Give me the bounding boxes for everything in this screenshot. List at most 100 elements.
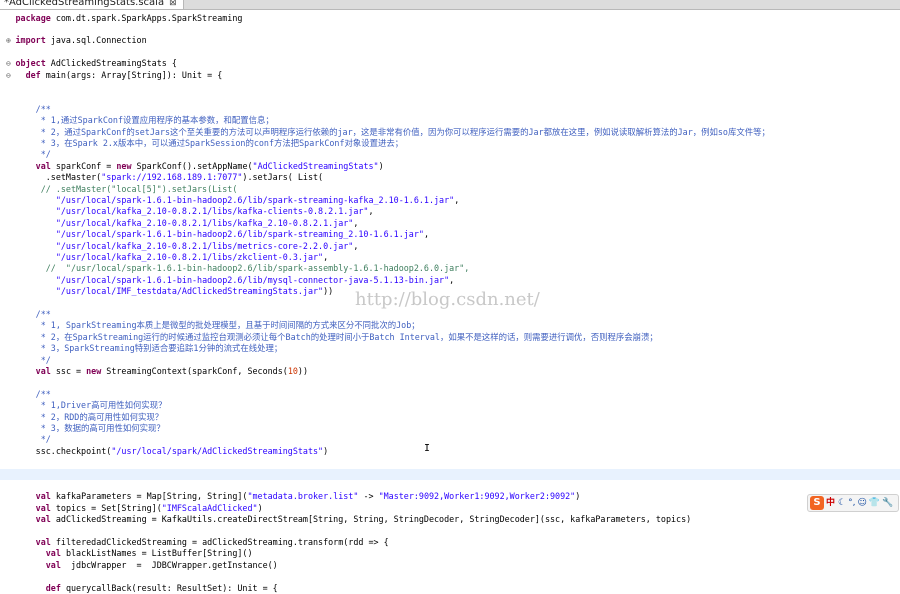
code-line[interactable]: "/usr/local/spark-1.6.1-bin-hadoop2.6/li… [0, 229, 900, 240]
code-token: /** [15, 103, 51, 114]
code-line[interactable]: // .setMaster("local[5]").setJars(List( [0, 184, 900, 195]
code-line[interactable]: */ [0, 355, 900, 366]
code-token: // .setMaster("local[5]").setJars(List( [15, 183, 238, 194]
code-line[interactable]: val adClickedStreaming = KafkaUtils.crea… [0, 514, 900, 525]
code-token: "/usr/local/IMF_testdata/AdClickedStream… [55, 286, 324, 297]
code-line[interactable]: val ssc = new StreamingContext(sparkConf… [0, 366, 900, 377]
code-line[interactable]: * 2，通过SparkConf的setJars这个至关重要的方法可以声明程序运行… [0, 127, 900, 138]
code-line[interactable] [0, 92, 900, 103]
code-line[interactable]: * 1,通过SparkConf设置应用程序的基本参数，和配置信息； [0, 115, 900, 126]
code-line[interactable]: val blackListNames = ListBuffer[String](… [0, 548, 900, 559]
code-line[interactable] [0, 480, 900, 491]
code-token: main(args: Array[String]): Unit = { [40, 69, 223, 80]
editor-tab[interactable]: *AdClickedStreamingStats.scala ⊠ [0, 0, 184, 9]
fold-toggle-icon[interactable]: ⊕ [6, 35, 13, 46]
code-line[interactable]: "/usr/local/kafka_2.10-0.8.2.1/libs/metr… [0, 241, 900, 252]
code-line[interactable]: * 2，在SparkStreaming运行的时候通过监控台观测必须让每个Batc… [0, 332, 900, 343]
code-token: val [35, 160, 51, 171]
code-token: , [423, 229, 429, 240]
punctuation-icon[interactable]: °, [848, 498, 855, 508]
code-line[interactable]: def querycallBack(result: ResultSet): Un… [0, 583, 900, 594]
code-line[interactable]: /** [0, 104, 900, 115]
code-token: /** [15, 308, 51, 319]
code-line[interactable] [0, 377, 900, 388]
tab-title: *AdClickedStreamingStats.scala [4, 0, 165, 8]
code-line[interactable] [0, 81, 900, 92]
code-line[interactable]: */ [0, 149, 900, 160]
code-line[interactable]: package com.dt.spark.SparkApps.SparkStre… [0, 13, 900, 24]
code-line[interactable]: // "/usr/local/spark-1.6.1-bin-hadoop2.6… [0, 263, 900, 274]
code-token: com.dt.spark.SparkApps.SparkStreaming [50, 12, 243, 23]
code-line[interactable] [0, 468, 900, 480]
code-token: "spark://192.168.189.1:7077" [101, 172, 243, 183]
code-token: * 1,Driver高可用性如何实现？ [15, 400, 167, 411]
code-line[interactable]: object AdClickedStreamingStats { [0, 58, 900, 69]
code-token: topics = Set[String]( [50, 502, 162, 513]
code-line[interactable]: * 3，SparkStreaming特别适合要追踪1分钟的流式在线处理； [0, 343, 900, 354]
code-token: , [449, 274, 455, 285]
code-line[interactable]: ssc.checkpoint("/usr/local/spark/AdClick… [0, 446, 900, 457]
code-line[interactable] [0, 571, 900, 582]
code-token: package [15, 12, 51, 23]
code-token: ) [323, 445, 329, 456]
settings-icon[interactable]: 🔧 [882, 498, 893, 508]
code-token: -> [358, 491, 379, 502]
code-token: "/usr/local/kafka_2.10-0.8.2.1/libs/metr… [55, 240, 354, 251]
code-line[interactable] [0, 457, 900, 468]
text-cursor-icon: I [424, 443, 431, 454]
code-line[interactable]: * 3，数据的高可用性如何实现？ [0, 423, 900, 434]
emoji-icon[interactable]: ☺ [857, 498, 866, 508]
code-token: "metadata.broker.list" [247, 491, 359, 502]
code-line[interactable]: val filteredadClickedStreaming = adClick… [0, 537, 900, 548]
fold-toggle-icon[interactable]: ⊖ [6, 58, 13, 69]
code-line[interactable]: val sparkConf = new SparkConf().setAppNa… [0, 161, 900, 172]
code-line[interactable]: /** [0, 309, 900, 320]
fold-toggle-icon[interactable]: ⊖ [6, 70, 13, 81]
code-line[interactable]: val topics = Set[String]("IMFScalaAdClic… [0, 503, 900, 514]
moon-icon[interactable]: ☾ [838, 498, 846, 508]
code-token: ssc.checkpoint( [15, 445, 112, 456]
code-line[interactable]: import java.sql.Connection [0, 35, 900, 46]
code-token: blackListNames = ListBuffer[String]() [60, 548, 253, 559]
code-token: // "/usr/local/spark-1.6.1-bin-hadoop2.6… [15, 263, 470, 274]
code-token: )) [323, 286, 334, 297]
code-line[interactable] [0, 47, 900, 58]
code-token: new [86, 365, 102, 376]
code-line[interactable]: val kafkaParameters = Map[String, String… [0, 491, 900, 502]
code-line[interactable]: */ [0, 434, 900, 445]
code-token: * 2，在SparkStreaming运行的时候通过监控台观测必须让每个Batc… [15, 331, 658, 342]
ime-mode-label[interactable]: 中 [826, 498, 835, 508]
code-token: , [353, 217, 359, 228]
code-token: new [116, 160, 132, 171]
sogou-logo-icon: S [810, 496, 824, 510]
code-line[interactable]: "/usr/local/spark-1.6.1-bin-hadoop2.6/li… [0, 195, 900, 206]
code-token: val [35, 502, 51, 513]
code-token: val [45, 559, 61, 570]
code-line[interactable]: * 1, SparkStreaming本质上是微型的批处理模型，且基于时间间隔的… [0, 320, 900, 331]
code-line[interactable]: val jdbcWrapper = JDBCWrapper.getInstanc… [0, 560, 900, 571]
code-line[interactable]: * 2，RDD的高可用性如何实现？ [0, 412, 900, 423]
code-line[interactable]: * 1,Driver高可用性如何实现？ [0, 400, 900, 411]
code-line[interactable]: "/usr/local/kafka_2.10-0.8.2.1/libs/zkcl… [0, 252, 900, 263]
code-token: filteredadClickedStreaming = adClickedSt… [50, 536, 389, 547]
code-line[interactable] [0, 526, 900, 537]
code-line[interactable]: /** [0, 389, 900, 400]
code-line[interactable]: * 3，在Spark 2.x版本中，可以通过SparkSession的conf方… [0, 138, 900, 149]
close-icon[interactable]: ⊠ [169, 0, 177, 8]
code-line[interactable]: def main(args: Array[String]): Unit = { [0, 70, 900, 81]
code-line[interactable] [0, 24, 900, 35]
code-line[interactable]: "/usr/local/spark-1.6.1-bin-hadoop2.6/li… [0, 275, 900, 286]
code-token: .setMaster( [15, 172, 102, 183]
skin-icon[interactable]: 👕 [869, 498, 880, 508]
code-line[interactable]: "/usr/local/kafka_2.10-0.8.2.1/libs/kafk… [0, 206, 900, 217]
code-token: val [45, 548, 61, 559]
code-line[interactable]: .setMaster("spark://192.168.189.1:7077")… [0, 172, 900, 183]
ime-toolbar[interactable]: S 中 ☾ °, ☺ 👕 🔧 [807, 494, 899, 512]
code-line[interactable]: "/usr/local/kafka_2.10-0.8.2.1/libs/kafk… [0, 218, 900, 229]
